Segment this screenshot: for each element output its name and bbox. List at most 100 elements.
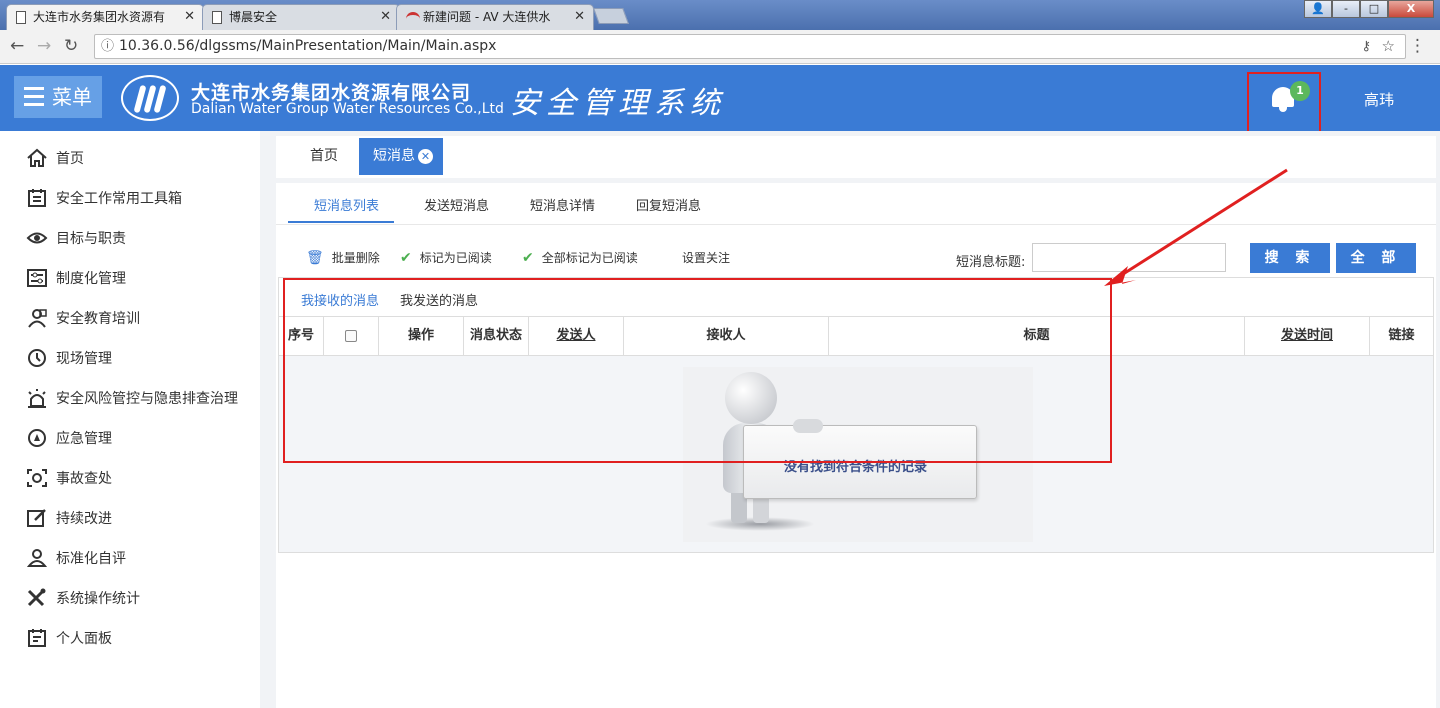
sidebar-item-label: 安全工作常用工具箱 (56, 191, 182, 207)
col-send-time[interactable]: 发送时间 (1245, 317, 1370, 355)
sidebar-item-accident[interactable]: 事故查处 (26, 467, 112, 489)
tab-home[interactable]: 首页 (296, 138, 352, 175)
browser-menu-icon[interactable]: ⋮ (1409, 36, 1426, 56)
sidebar-item-home[interactable]: 首页 (26, 147, 84, 169)
col-send-time-label[interactable]: 发送时间 (1281, 328, 1333, 343)
search-input[interactable] (1032, 243, 1226, 272)
sidebar-item-goals[interactable]: 目标与职责 (26, 227, 126, 249)
page-icon (16, 11, 26, 24)
browser-tab-title: 新建问题 - AV 大连供水 (423, 10, 551, 24)
sidebar-item-stats[interactable]: 系统操作统计 (26, 587, 140, 609)
sidebar-item-label: 安全风险管控与隐患排查治理 (56, 391, 238, 407)
close-icon[interactable]: ✕ (574, 5, 585, 29)
sidebar-item-improve[interactable]: 持续改进 (26, 507, 112, 529)
history-icon (26, 348, 48, 368)
sidebar-item-training[interactable]: 安全教育培训 (26, 307, 140, 329)
menu-button[interactable]: 菜单 (14, 76, 102, 118)
window-close-button[interactable]: X (1388, 0, 1434, 18)
sidebar-divider (260, 131, 272, 708)
sidebar-item-label: 首页 (56, 151, 84, 167)
app-header: 菜单 大连市水务集团水资源有限公司 Dalian Water Group Wat… (0, 65, 1440, 131)
tab-sms[interactable]: 短消息 ✕ (359, 138, 443, 175)
sidebar-item-risk[interactable]: 安全风险管控与隐患排查治理 (26, 387, 238, 409)
toolbar: 🗑 批量删除 ✔ 标记为已阅读 ✔ 全部标记为已阅读 设置关注 短消息标题: 搜… (276, 243, 1436, 279)
window-controls: 👤 - □ X (1304, 0, 1434, 20)
mark-all-read-button[interactable]: ✔ 全部标记为已阅读 (522, 249, 638, 266)
clipboard-icon (26, 628, 48, 648)
scan-icon (26, 468, 48, 488)
sidebar-item-label: 现场管理 (56, 351, 112, 367)
training-icon (26, 308, 48, 328)
sidebar-item-label: 个人面板 (56, 631, 112, 647)
sidebar-item-label: 安全教育培训 (56, 311, 140, 327)
sidebar-item-institution[interactable]: 制度化管理 (26, 267, 126, 289)
system-name: 安全管理系统 (510, 86, 726, 121)
tab-send-sms[interactable]: 发送短消息 (424, 195, 489, 214)
browser-tab[interactable]: 新建问题 - AV 大连供水 ✕ (396, 4, 594, 30)
sidebar-item-emergency[interactable]: 应急管理 (26, 427, 112, 449)
mark-all-read-label: 全部标记为已阅读 (541, 251, 638, 265)
batch-delete-label: 批量删除 (331, 251, 380, 265)
close-icon[interactable]: ✕ (380, 5, 391, 29)
browser-tab[interactable]: 大连市水务集团水资源有 ✕ (6, 4, 204, 31)
check-icon: ✔ (400, 249, 412, 266)
sidebar-item-label: 应急管理 (56, 431, 112, 447)
company-name-en: Dalian Water Group Water Resources Co.,L… (191, 101, 504, 117)
tab-reply-sms[interactable]: 回复短消息 (636, 195, 701, 214)
maximize-button[interactable]: □ (1360, 0, 1388, 18)
tab-sms-list[interactable]: 短消息列表 (314, 195, 379, 214)
active-tab-underline (288, 221, 394, 223)
tab-sms-detail[interactable]: 短消息详情 (530, 195, 595, 214)
set-follow-button[interactable]: 设置关注 (682, 249, 730, 266)
hamburger-icon (24, 87, 44, 107)
close-icon[interactable]: ✕ (418, 149, 433, 164)
browser-tab-title: 大连市水务集团水资源有 (33, 10, 166, 24)
show-all-button[interactable]: 全 部 (1336, 243, 1416, 273)
info-icon[interactable]: ⓘ (101, 35, 114, 58)
new-tab-button[interactable] (593, 8, 629, 24)
av-icon (406, 12, 420, 22)
search-label: 短消息标题: (956, 255, 1026, 270)
set-follow-label: 设置关注 (682, 251, 731, 265)
eye-icon (26, 228, 48, 248)
check-icon: ✔ (522, 249, 534, 266)
address-bar: ← → ↻ ⓘ 10.36.0.56/dlgssms/MainPresentat… (0, 30, 1440, 64)
sidebar-item-selfeval[interactable]: 标准化自评 (26, 547, 126, 569)
close-icon[interactable]: ✕ (184, 5, 195, 29)
sidebar: 首页 安全工作常用工具箱 目标与职责 制度化管理 安全教育培训 现场管理 安全风… (0, 131, 260, 708)
username[interactable]: 高玮 (1364, 89, 1394, 110)
user-icon (26, 548, 48, 568)
trash-icon: 🗑 (306, 249, 324, 266)
mark-read-label: 标记为已阅读 (419, 251, 492, 265)
sidebar-item-label: 目标与职责 (56, 231, 126, 247)
search-button[interactable]: 搜 索 (1250, 243, 1330, 273)
minimize-button[interactable]: - (1332, 0, 1360, 18)
reload-icon[interactable]: ↻ (64, 36, 78, 56)
browser-tabstrip: 大连市水务集团水资源有 ✕ 博晨安全 ✕ 新建问题 - AV 大连供水 ✕ 👤 … (0, 0, 1440, 31)
back-icon[interactable]: ← (10, 36, 24, 56)
page-tabs: 首页 短消息 ✕ (276, 136, 1436, 178)
emergency-icon (26, 428, 48, 448)
sub-tabs: 短消息列表 发送短消息 短消息详情 回复短消息 (276, 183, 1436, 225)
sidebar-item-site[interactable]: 现场管理 (26, 347, 112, 369)
url-field[interactable]: ⓘ 10.36.0.56/dlgssms/MainPresentation/Ma… (94, 34, 1406, 59)
url-text: 10.36.0.56/dlgssms/MainPresentation/Main… (119, 38, 497, 54)
key-icon[interactable]: ⚷ (1361, 35, 1371, 58)
forward-icon[interactable]: → (37, 36, 51, 56)
toolbox-icon (26, 188, 48, 208)
page-icon (212, 11, 222, 24)
batch-delete-button[interactable]: 🗑 批量删除 (306, 249, 380, 266)
browser-tab[interactable]: 博晨安全 ✕ (202, 4, 400, 30)
sidebar-item-label: 持续改进 (56, 511, 112, 527)
edit-icon (26, 508, 48, 528)
menu-label: 菜单 (52, 85, 92, 109)
sidebar-item-personal[interactable]: 个人面板 (26, 627, 112, 649)
sidebar-item-toolbox[interactable]: 安全工作常用工具箱 (26, 187, 182, 209)
sliders-icon (26, 268, 48, 288)
bookmark-star-icon[interactable]: ☆ (1382, 35, 1395, 58)
user-icon[interactable]: 👤 (1304, 0, 1332, 18)
tab-sms-label: 短消息 (373, 148, 415, 164)
mark-read-button[interactable]: ✔ 标记为已阅读 (400, 249, 492, 266)
home-icon (26, 148, 48, 168)
tools-icon (26, 588, 48, 608)
